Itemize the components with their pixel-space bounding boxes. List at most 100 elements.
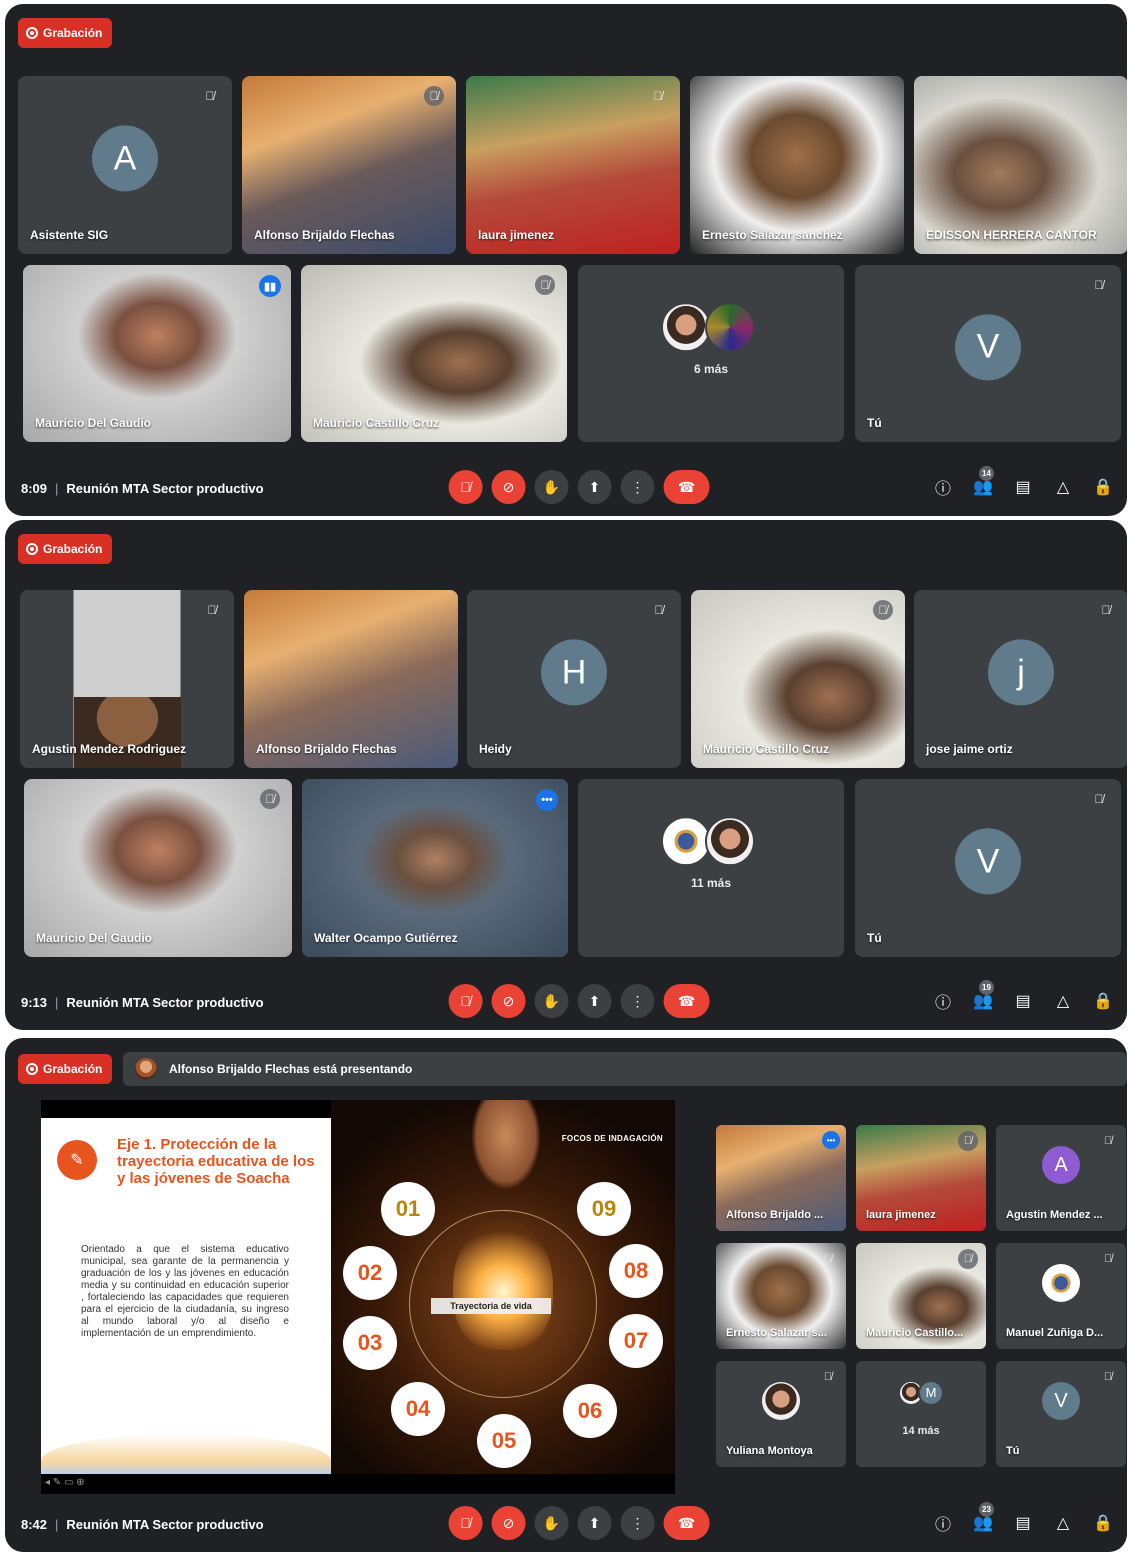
presenting-banner: Alfonso Brijaldo Flechas está presentand… bbox=[123, 1052, 1127, 1086]
present-screen-button[interactable]: ⬆ bbox=[577, 1506, 612, 1540]
activities-icon[interactable]: △ bbox=[1053, 991, 1073, 1011]
participant-tile[interactable]: 🎙̸ Alfonso Brijaldo Flechas bbox=[242, 76, 456, 254]
participant-tile[interactable]: 🎙̸ Yuliana Montoya bbox=[716, 1361, 846, 1467]
participant-tile[interactable]: 🎙̸ Ernesto Salazar s... bbox=[716, 1243, 846, 1349]
participant-name: Mauricio Castillo... bbox=[866, 1327, 964, 1339]
slide-toolbar[interactable]: ◂ ✎ ▭ ⊕ bbox=[45, 1477, 85, 1488]
end-call-button[interactable]: ☎ bbox=[663, 984, 710, 1018]
chat-icon[interactable]: ▤ bbox=[1013, 477, 1033, 497]
camera-off-button[interactable]: ⊘ bbox=[491, 470, 526, 504]
avatar: j bbox=[988, 639, 1054, 706]
people-icon[interactable]: 👥 23 bbox=[973, 1502, 994, 1533]
foco-07: 07 bbox=[609, 1314, 663, 1368]
avatar: A bbox=[92, 125, 158, 192]
mic-off-button[interactable]: 🎙̸ bbox=[448, 1506, 483, 1540]
more-participants-tile[interactable]: M 14 más bbox=[856, 1361, 986, 1467]
recording-badge[interactable]: Grabación bbox=[18, 534, 113, 564]
presenting-text: Alfonso Brijaldo Flechas está presentand… bbox=[169, 1062, 413, 1076]
participant-tile[interactable]: ••• Walter Ocampo Gutiérrez bbox=[302, 779, 568, 957]
participant-name: Alfonso Brijaldo ... bbox=[726, 1209, 824, 1221]
participant-tile[interactable]: j 🎙̸ jose jaime ortiz bbox=[914, 590, 1127, 768]
more-participants-tile[interactable]: 6 más bbox=[578, 265, 844, 442]
activities-icon[interactable]: △ bbox=[1053, 1513, 1073, 1533]
participant-name: Ernesto Salazar s... bbox=[726, 1327, 827, 1339]
side-actions: ⓘ 👥 14 ▤ △ 🔒 bbox=[933, 466, 1113, 498]
participant-name: Mauricio Castillo Cruz bbox=[313, 416, 440, 430]
info-icon[interactable]: ⓘ bbox=[933, 477, 953, 498]
participant-tile[interactable]: ▮▮ Mauricio Del Gaudio bbox=[23, 265, 291, 442]
bottom-toolbar: 8:09 | Reunión MTA Sector productivo 🎙̸ … bbox=[5, 460, 1127, 516]
more-options-icon[interactable]: ••• bbox=[822, 1131, 840, 1149]
present-screen-button[interactable]: ⬆ bbox=[577, 984, 612, 1018]
meeting-time: 8:09 bbox=[21, 480, 48, 496]
mic-off-button[interactable]: 🎙̸ bbox=[448, 470, 483, 504]
mic-off-icon: 🎙̸ bbox=[207, 603, 217, 617]
recording-badge[interactable]: Grabación bbox=[18, 18, 113, 48]
more-options-button[interactable]: ⋮ bbox=[620, 470, 655, 504]
mic-off-icon: 🎙̸ bbox=[260, 789, 280, 809]
foco-01: 01 bbox=[381, 1182, 435, 1236]
camera-off-button[interactable]: ⊘ bbox=[491, 1506, 526, 1540]
mic-off-icon: 🎙̸ bbox=[654, 603, 664, 617]
participant-tile[interactable]: 🎙̸ laura jimenez bbox=[856, 1125, 986, 1231]
participant-name: jose jaime ortiz bbox=[926, 742, 1013, 756]
chat-icon[interactable]: ▤ bbox=[1013, 1513, 1033, 1533]
activities-icon[interactable]: △ bbox=[1053, 477, 1073, 497]
avatar: M bbox=[918, 1379, 944, 1406]
participant-tile[interactable]: Ernesto Salazar sanchez bbox=[690, 76, 904, 254]
participant-tile[interactable]: A 🎙̸ Asistente SIG bbox=[18, 76, 232, 254]
participant-tile[interactable]: H 🎙̸ Heidy bbox=[467, 590, 681, 768]
foco-08: 08 bbox=[609, 1244, 663, 1298]
mic-off-icon: 🎙̸ bbox=[1094, 792, 1104, 806]
end-call-button[interactable]: ☎ bbox=[663, 1506, 710, 1540]
participant-tile[interactable]: EDISSON HERRERA CANTOR bbox=[914, 76, 1127, 254]
mic-off-button[interactable]: 🎙̸ bbox=[448, 984, 483, 1018]
participant-tile[interactable]: 🎙̸ Mauricio Castillo Cruz bbox=[691, 590, 905, 768]
present-screen-button[interactable]: ⬆ bbox=[577, 470, 612, 504]
raise-hand-button[interactable]: ✋ bbox=[534, 470, 569, 504]
participant-tile[interactable]: Alfonso Brijaldo Flechas bbox=[244, 590, 458, 768]
host-controls-icon[interactable]: 🔒 bbox=[1093, 991, 1113, 1011]
info-icon[interactable]: ⓘ bbox=[933, 991, 953, 1012]
participant-tile[interactable]: 🎙̸ Mauricio Castillo... bbox=[856, 1243, 986, 1349]
participant-tile[interactable]: 🎙̸ Mauricio Castillo Cruz bbox=[301, 265, 567, 442]
people-icon[interactable]: 👥 14 bbox=[973, 466, 994, 497]
camera-off-button[interactable]: ⊘ bbox=[491, 984, 526, 1018]
mic-off-icon: 🎙̸ bbox=[1103, 1253, 1113, 1265]
participant-video bbox=[73, 696, 181, 768]
participant-thumbnail bbox=[705, 816, 755, 867]
more-options-icon[interactable]: ••• bbox=[536, 789, 558, 811]
more-options-button[interactable]: ⋮ bbox=[620, 1506, 655, 1540]
raise-hand-button[interactable]: ✋ bbox=[534, 1506, 569, 1540]
participant-tile[interactable]: ••• Alfonso Brijaldo ... bbox=[716, 1125, 846, 1231]
record-icon bbox=[26, 27, 38, 39]
participant-tile[interactable]: 🎙̸ Manuel Zuñiga D... bbox=[996, 1243, 1126, 1349]
more-participants-tile[interactable]: 11 más bbox=[578, 779, 844, 957]
self-tile[interactable]: V 🎙̸ Tú bbox=[855, 779, 1121, 957]
avatar: V bbox=[955, 313, 1021, 380]
participant-tile[interactable]: 🎙̸ Agustin Mendez Rodriguez bbox=[20, 590, 234, 768]
host-controls-icon[interactable]: 🔒 bbox=[1093, 1513, 1113, 1533]
recording-badge[interactable]: Grabación bbox=[18, 1054, 113, 1084]
end-call-button[interactable]: ☎ bbox=[663, 470, 710, 504]
participant-count: 14 bbox=[979, 466, 994, 481]
raise-hand-button[interactable]: ✋ bbox=[534, 984, 569, 1018]
mic-off-icon: 🎙̸ bbox=[424, 86, 444, 106]
info-icon[interactable]: ⓘ bbox=[933, 1513, 953, 1534]
self-tile[interactable]: V 🎙̸ Tú bbox=[855, 265, 1121, 442]
self-tile[interactable]: V 🎙̸ Tú bbox=[996, 1361, 1126, 1467]
people-icon[interactable]: 👥 19 bbox=[973, 980, 994, 1011]
participant-thumbnail bbox=[705, 301, 755, 352]
slide-image-panel: FOCOS DE INDAGACIÓN Trayectoria de vida … bbox=[331, 1100, 675, 1474]
meeting-time: 9:13 bbox=[21, 994, 48, 1010]
mic-off-icon: 🎙̸ bbox=[1101, 603, 1111, 617]
slide-heading: Eje 1. Protección de la trayectoria educ… bbox=[117, 1136, 315, 1187]
chat-icon[interactable]: ▤ bbox=[1013, 991, 1033, 1011]
recording-label: Grabación bbox=[43, 1062, 103, 1076]
participant-tile[interactable]: A 🎙̸ Agustin Mendez ... bbox=[996, 1125, 1126, 1231]
participant-tile[interactable]: 🎙̸ laura jimenez bbox=[466, 76, 680, 254]
mic-off-icon: 🎙̸ bbox=[535, 275, 555, 295]
host-controls-icon[interactable]: 🔒 bbox=[1093, 477, 1113, 497]
participant-tile[interactable]: 🎙̸ Mauricio Del Gaudio bbox=[24, 779, 292, 957]
more-options-button[interactable]: ⋮ bbox=[620, 984, 655, 1018]
